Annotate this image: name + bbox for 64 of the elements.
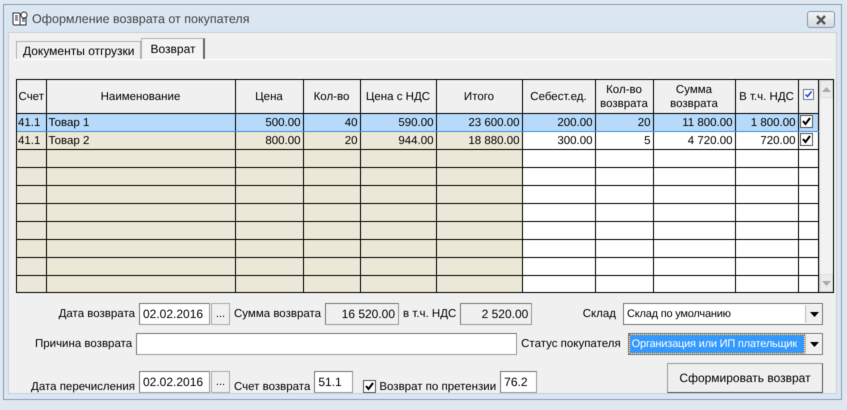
table-cell: 5 xyxy=(595,132,653,150)
claim-account-field[interactable]: 76.2 xyxy=(500,371,538,393)
window-title: Оформление возврата от покупателя xyxy=(32,12,250,26)
column-header: В т.ч. НДС xyxy=(735,80,798,114)
checkbox[interactable] xyxy=(800,132,812,146)
field-label: Дата перечисления xyxy=(30,381,135,393)
column-header: Кол-во xyxy=(303,80,360,114)
table-cell: 200.00 xyxy=(522,114,595,132)
field-label: Счет возврата xyxy=(234,381,310,393)
down-arrow-icon xyxy=(822,280,831,286)
column-header: Сумма возврата xyxy=(653,80,735,114)
field-label: Дата возврата xyxy=(58,308,135,320)
field-label: Склад xyxy=(582,308,616,320)
checkbox[interactable] xyxy=(363,380,376,393)
up-arrow-icon xyxy=(822,86,831,92)
column-header: Цена с НДС xyxy=(360,80,436,114)
table-cell: 41.1 xyxy=(17,132,46,150)
table-cell: 720.00 xyxy=(735,132,798,150)
date-picker-button[interactable]: ... xyxy=(211,303,230,325)
column-header: Цена xyxy=(235,80,303,114)
column-header: Итого xyxy=(436,80,522,114)
scrollbar[interactable] xyxy=(818,80,833,292)
document-icon xyxy=(12,10,28,26)
table-cell: 20 xyxy=(595,114,653,132)
caret-icon xyxy=(810,312,818,316)
table-cell: 41.1 xyxy=(17,114,46,132)
column-header: Себест.ед. xyxy=(522,80,595,114)
date-field[interactable]: 02.02.2016 xyxy=(139,371,210,393)
table-cell: Товар 2 xyxy=(46,132,235,150)
date-field[interactable]: 02.02.2016 xyxy=(139,303,210,325)
table-cell: Товар 1 xyxy=(46,114,235,132)
field-label: Возврат по претензии xyxy=(379,380,496,392)
table-cell: 590.00 xyxy=(360,114,436,132)
table-cell: 1 800.00 xyxy=(735,114,798,132)
close-icon xyxy=(815,14,827,24)
close-button[interactable] xyxy=(807,11,835,28)
caret-icon xyxy=(810,342,818,346)
table-cell: 20 xyxy=(303,132,360,150)
submit-button[interactable]: Сформировать возврат xyxy=(667,363,823,393)
dropdown[interactable]: Склад по умолчанию xyxy=(623,303,823,325)
field-label: в т.ч. НДС xyxy=(403,308,456,320)
table-cell: 500.00 xyxy=(235,114,303,132)
column-header: Наименование xyxy=(46,80,235,114)
reason-field[interactable] xyxy=(136,333,518,355)
date-picker-button[interactable]: ... xyxy=(211,371,230,393)
tab[interactable]: Документы отгрузки xyxy=(16,41,142,59)
account-field[interactable]: 51.1 xyxy=(314,371,354,393)
table-cell: 11 800.00 xyxy=(653,114,735,132)
field-label: Причина возврата xyxy=(34,338,132,350)
column-header: Кол-во возврата xyxy=(595,80,653,114)
table-cell: 23 600.00 xyxy=(436,114,522,132)
table-cell: 800.00 xyxy=(235,132,303,150)
field-label: Сумма возврата xyxy=(234,308,322,320)
vat-field[interactable]: 2 520.00 xyxy=(460,303,532,325)
table-cell: 300.00 xyxy=(522,132,595,150)
table-cell: 18 880.00 xyxy=(436,132,522,150)
checkbox[interactable] xyxy=(800,114,812,128)
sum-field[interactable]: 16 520.00 xyxy=(325,303,400,325)
table-cell: 4 720.00 xyxy=(653,132,735,150)
table-cell: 944.00 xyxy=(360,132,436,150)
field-label: Статус покупателя xyxy=(521,338,621,350)
column-header: Счет xyxy=(17,80,46,114)
tab[interactable]: Возврат xyxy=(141,38,206,59)
table-cell: 40 xyxy=(303,114,360,132)
